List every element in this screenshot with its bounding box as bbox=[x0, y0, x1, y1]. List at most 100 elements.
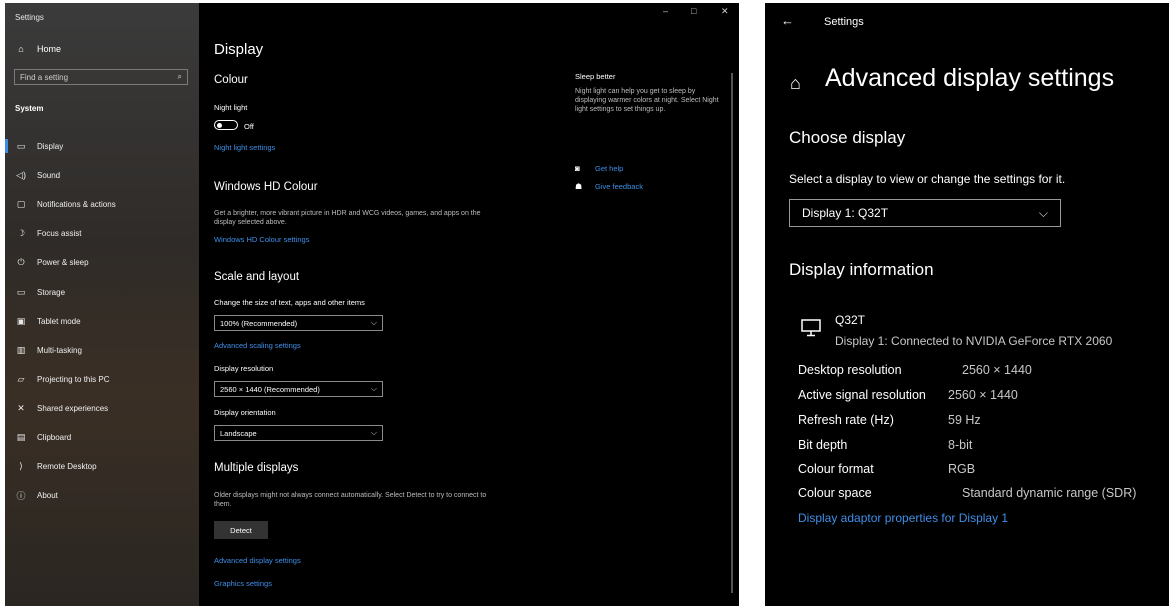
settings-window-display: Settings ⌂ Home ⌕ System ▭ Display ◁) So… bbox=[5, 3, 739, 606]
toggle-state: Off bbox=[244, 122, 254, 131]
resolution-value: 2560 × 1440 (Recommended) bbox=[220, 384, 320, 394]
section-colour-heading: Colour bbox=[214, 74, 248, 86]
sidebar-item-focus-assist[interactable]: ☽ Focus assist bbox=[5, 223, 199, 243]
sidebar-item-label: About bbox=[37, 490, 58, 500]
give-feedback-label: Give feedback bbox=[595, 182, 643, 191]
info-value-refresh-rate: 59 Hz bbox=[948, 413, 981, 427]
display-information-heading: Display information bbox=[789, 260, 934, 279]
info-key-active-signal: Active signal resolution bbox=[798, 388, 926, 402]
orientation-select[interactable]: Landscape ⌵ bbox=[214, 425, 383, 441]
advanced-display-settings-link[interactable]: Advanced display settings bbox=[214, 556, 301, 565]
monitor-name: Q32T bbox=[835, 313, 866, 327]
minimize-button[interactable]: – bbox=[663, 6, 668, 16]
monitor-icon: ▭ bbox=[16, 140, 26, 151]
orientation-label: Display orientation bbox=[214, 408, 276, 417]
page-title: Display bbox=[214, 41, 264, 58]
remote-icon: ⟩ bbox=[19, 460, 23, 471]
monitor-icon bbox=[801, 319, 821, 337]
sidebar-item-label: Notifications & actions bbox=[37, 199, 116, 209]
sidebar-item-label: Multi-tasking bbox=[37, 345, 82, 355]
chevron-down-icon: ⌵ bbox=[370, 384, 377, 393]
sidebar-home[interactable]: ⌂ Home bbox=[15, 44, 61, 54]
sidebar-item-clipboard[interactable]: ▤ Clipboard bbox=[5, 427, 199, 447]
search-input[interactable] bbox=[20, 72, 160, 82]
monitor-connection: Display 1: Connected to NVIDIA GeForce R… bbox=[835, 334, 1113, 348]
sidebar-item-about[interactable]: ⓘ About bbox=[5, 485, 199, 505]
night-light-label: Night light bbox=[214, 103, 248, 112]
sidebar-item-notifications[interactable]: ▢ Notifications & actions bbox=[5, 194, 199, 214]
scrollbar[interactable] bbox=[731, 73, 733, 593]
display-select[interactable]: Display 1: Q32T ⌵ bbox=[789, 199, 1061, 227]
chevron-down-icon: ⌵ bbox=[370, 318, 377, 327]
chevron-down-icon: ⌵ bbox=[1038, 205, 1048, 220]
message-icon: ▢ bbox=[16, 198, 26, 209]
get-help-link[interactable]: ◙ Get help bbox=[575, 164, 623, 173]
choose-display-heading: Choose display bbox=[789, 128, 906, 147]
resolution-select[interactable]: 2560 × 1440 (Recommended) ⌵ bbox=[214, 381, 383, 397]
sidebar-item-label: Clipboard bbox=[37, 432, 72, 442]
scale-select[interactable]: 100% (Recommended) ⌵ bbox=[214, 315, 383, 331]
display-adaptor-properties-link[interactable]: Display adaptor properties for Display 1 bbox=[798, 511, 1008, 525]
section-multiple-heading: Multiple displays bbox=[214, 462, 299, 474]
aside-title: Sleep better bbox=[575, 72, 616, 81]
sidebar-item-sound[interactable]: ◁) Sound bbox=[5, 165, 199, 185]
section-scale-heading: Scale and layout bbox=[214, 271, 300, 283]
info-value-colour-format: RGB bbox=[948, 462, 976, 476]
back-arrow-icon[interactable]: ← bbox=[781, 13, 794, 28]
detect-button[interactable]: Detect bbox=[214, 521, 268, 539]
night-light-settings-link[interactable]: Night light settings bbox=[214, 143, 275, 152]
size-label: Change the size of text, apps and other … bbox=[214, 298, 365, 307]
orientation-value: Landscape bbox=[220, 428, 257, 438]
tablet-icon: ▣ bbox=[16, 315, 26, 326]
sidebar-item-remote-desktop[interactable]: ⟩ Remote Desktop bbox=[5, 456, 199, 476]
multitask-icon: ▥ bbox=[16, 344, 26, 355]
night-light-toggle[interactable] bbox=[214, 120, 238, 130]
sidebar-item-label: Power & sleep bbox=[37, 257, 89, 267]
give-feedback-link[interactable]: ☗ Give feedback bbox=[575, 182, 643, 191]
info-value-bit-depth: 8-bit bbox=[948, 438, 973, 452]
hd-settings-link[interactable]: Windows HD Colour settings bbox=[214, 235, 309, 244]
aside-text: Night light can help you get to sleep by… bbox=[575, 88, 719, 113]
moon-icon: ☽ bbox=[16, 227, 26, 238]
maximize-button[interactable]: □ bbox=[691, 6, 696, 16]
graphics-settings-link[interactable]: Graphics settings bbox=[214, 579, 272, 588]
projector-icon: ▱ bbox=[17, 373, 25, 384]
settings-window-advanced-display: ← Settings ⌂ Advanced display settings C… bbox=[765, 3, 1169, 606]
main-content: – □ ✕ Display Colour Night light Off Nig… bbox=[199, 3, 739, 606]
speaker-icon: ◁) bbox=[16, 169, 26, 180]
drive-icon: ▭ bbox=[16, 286, 26, 297]
home-label: Home bbox=[37, 44, 62, 54]
search-icon[interactable]: ⌕ bbox=[178, 72, 182, 82]
sidebar-item-display[interactable]: ▭ Display bbox=[5, 136, 199, 156]
info-value-desktop-resolution: 2560 × 1440 bbox=[962, 363, 1032, 377]
hd-description: Get a brighter, more vibrant picture in … bbox=[214, 210, 481, 226]
sidebar-item-label: Focus assist bbox=[37, 228, 82, 238]
info-value-active-signal: 2560 × 1440 bbox=[948, 388, 1018, 402]
sidebar-item-label: Shared experiences bbox=[37, 403, 109, 413]
info-key-desktop-resolution: Desktop resolution bbox=[798, 363, 902, 377]
info-value-colour-space: Standard dynamic range (SDR) bbox=[962, 486, 1137, 500]
search-box[interactable]: ⌕ bbox=[14, 69, 188, 85]
sidebar-item-storage[interactable]: ▭ Storage bbox=[5, 282, 199, 302]
info-key-colour-space: Colour space bbox=[798, 486, 872, 500]
sidebar-section-system: System bbox=[15, 104, 44, 113]
sidebar-item-label: Tablet mode bbox=[37, 316, 81, 326]
sidebar-item-multitasking[interactable]: ▥ Multi-tasking bbox=[5, 340, 199, 360]
sidebar: Settings ⌂ Home ⌕ System ▭ Display ◁) So… bbox=[5, 3, 199, 606]
sidebar-item-projecting[interactable]: ▱ Projecting to this PC bbox=[5, 369, 199, 389]
toggle-knob bbox=[217, 122, 222, 128]
choose-display-text: Select a display to view or change the s… bbox=[789, 172, 1066, 186]
close-button[interactable]: ✕ bbox=[721, 6, 729, 17]
sidebar-item-label: Storage bbox=[37, 287, 66, 297]
window-title: Settings bbox=[824, 16, 864, 28]
info-key-bit-depth: Bit depth bbox=[798, 438, 848, 452]
sidebar-item-shared-experiences[interactable]: ✕ Shared experiences bbox=[5, 398, 199, 418]
sidebar-item-label: Sound bbox=[37, 170, 61, 180]
home-icon: ⌂ bbox=[790, 73, 801, 93]
advanced-scaling-link[interactable]: Advanced scaling settings bbox=[214, 341, 301, 350]
sidebar-item-label: Projecting to this PC bbox=[37, 374, 110, 384]
home-icon: ⌂ bbox=[18, 44, 24, 54]
info-icon: ⓘ bbox=[16, 490, 26, 501]
sidebar-item-tablet-mode[interactable]: ▣ Tablet mode bbox=[5, 311, 199, 331]
sidebar-item-power[interactable]: ⏻ Power & sleep bbox=[5, 252, 199, 272]
